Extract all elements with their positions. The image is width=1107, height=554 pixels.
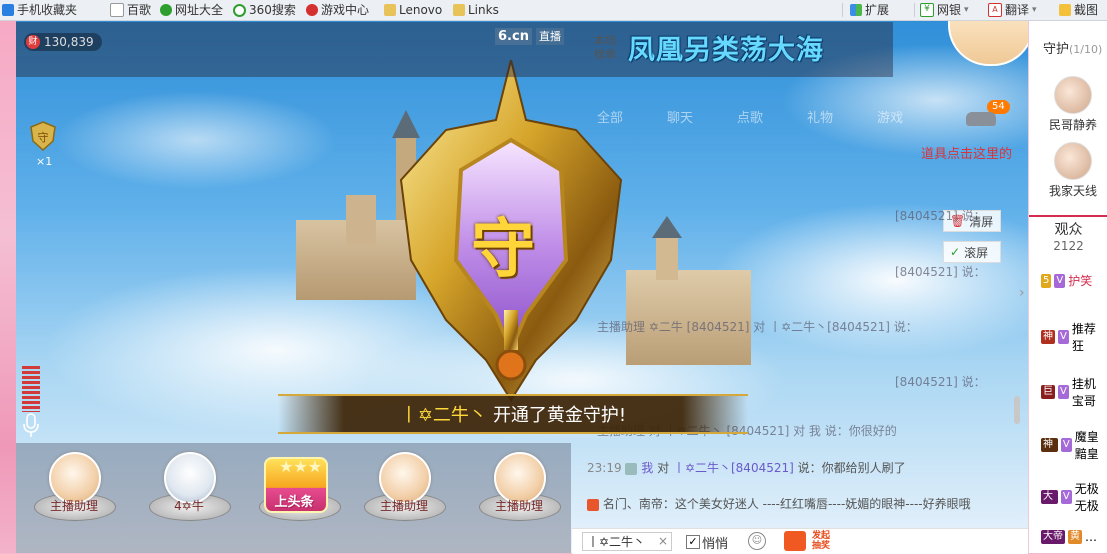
chat-tab-chat[interactable]: 聊天: [667, 107, 693, 126]
bookmark-game-center[interactable]: 游戏中心: [306, 2, 369, 18]
volume-meter: [22, 366, 40, 412]
folder-icon: [453, 4, 465, 16]
chat-line: 主播助理 ✡二牛 [8404521] 对 丨✡二牛丶[8404521] 说：: [597, 320, 918, 334]
bookmark-360search[interactable]: 360搜索: [233, 2, 296, 18]
lottery-label[interactable]: 发起抽奖: [812, 531, 838, 551]
live-tag: 直播: [536, 28, 564, 45]
bookmark-hao[interactable]: 网址大全: [160, 2, 223, 18]
avatar: [1054, 76, 1092, 114]
bookmark-lenovo[interactable]: Lenovo: [384, 2, 442, 18]
headline-seat[interactable]: ★★★ 上头条: [249, 443, 349, 553]
avatar: [1054, 142, 1092, 180]
chat-input-bar: 丨✡二牛丶 × ✓ 悄悄 ☺ 发起抽奖: [572, 528, 1028, 554]
chat-line-latest: 23:19 我 对 丨✡二牛丶[8404521] 说：你都给别人刷了: [587, 461, 906, 475]
seat[interactable]: 4✡牛: [139, 443, 239, 553]
microphone-icon[interactable]: [22, 413, 40, 439]
close-icon[interactable]: ×: [658, 534, 668, 548]
guard-user[interactable]: 我家天线: [1043, 142, 1103, 199]
audience-row[interactable]: 大帝 黄 …: [1041, 530, 1097, 544]
chat-scrollbar[interactable]: [1014, 396, 1020, 424]
chat-line: [8404521] 说：: [895, 209, 986, 223]
folder-icon: [384, 4, 396, 16]
whisper-label: 悄悄: [702, 537, 729, 552]
audience-row[interactable]: 大帝 V 无极 无极: [1041, 480, 1107, 516]
hao-icon: [160, 4, 172, 16]
seat[interactable]: 主播助理: [469, 443, 569, 553]
headline-label: 上头条: [274, 495, 314, 510]
chat-tab-songs[interactable]: 点歌: [737, 107, 763, 126]
seat-label: 4✡牛: [174, 499, 204, 513]
yuan-icon: ¥: [920, 3, 934, 17]
guard-emblem-glyph: 守: [471, 213, 535, 287]
seat-label: 主播助理: [49, 499, 98, 513]
audience-row[interactable]: 巨 V 挂机 宝哥: [1041, 375, 1107, 409]
announcement-line: 名门、南帝：这个美女好迷人 ----红红嘴唇----妩媚的眼神----好养眼哦: [587, 495, 971, 512]
props-hint[interactable]: 道具点击这里的: [921, 143, 1012, 162]
chat-tab-gifts[interactable]: 礼物: [807, 107, 833, 126]
phone-icon: [2, 4, 14, 16]
game-center-icon: [306, 4, 318, 16]
speaker-icon: [587, 498, 599, 511]
svg-text:守: 守: [38, 130, 49, 144]
chat-badge-icon: [625, 462, 638, 475]
divider: [842, 3, 843, 17]
translate-button[interactable]: A 翻译 ▾: [988, 2, 1037, 18]
audience-row[interactable]: 神 V 推荐 狂: [1041, 320, 1107, 354]
castle-tower: [346, 195, 376, 245]
host-level-gauge: [948, 20, 1028, 66]
scroll-screen-button[interactable]: ✓ 滚屏: [943, 241, 1001, 263]
rank-label[interactable]: 本场榜单: [594, 34, 622, 62]
banner-message: 开通了黄金守护!: [492, 405, 627, 426]
search-360-icon: [233, 3, 246, 17]
audience-row[interactable]: 5 V 护笑: [1041, 272, 1092, 289]
banner-user[interactable]: 丨✡二牛丶: [400, 401, 487, 427]
seat-label: 主播助理: [494, 499, 543, 513]
chat-line: [8404521] 说：: [895, 375, 986, 389]
chat-panel: 全部 聊天 点歌 礼物 游戏 道具点击这里的 🗑 清屏 ✓ 滚屏 [840452…: [585, 105, 1025, 525]
lottery-icon[interactable]: [784, 531, 806, 551]
emoji-icon[interactable]: ☺: [748, 532, 766, 550]
bookmark-links[interactable]: Links: [453, 2, 499, 18]
chat-line: [8404521] 说：: [895, 265, 986, 279]
screenshot-button[interactable]: 截图: [1059, 2, 1098, 18]
guard-announcement-banner: 丨✡二牛丶 开通了黄金守护!: [278, 394, 748, 434]
seat[interactable]: 主播助理: [354, 443, 454, 553]
divider: [914, 3, 915, 17]
audience-row[interactable]: 神之 V 魔皇 黯皇: [1041, 428, 1107, 464]
seat-label: 主播助理: [379, 499, 428, 513]
bookmark-mobile[interactable]: 手机收藏夹: [2, 2, 77, 18]
right-sidebar: 守护(1/10) 民哥静养 我家天线 观众 2122 5 V 护笑 神 V 推荐…: [1019, 20, 1107, 553]
room-title: 凤凰另类荡大海: [628, 35, 824, 66]
chat-tabs: 全部 聊天 点歌 礼物 游戏: [597, 107, 903, 126]
chat-tab-all[interactable]: 全部: [597, 107, 623, 126]
netbank-button[interactable]: ¥ 网银 ▾: [920, 2, 969, 18]
bookmark-baige[interactable]: 百歌: [110, 2, 151, 18]
left-decor-strip: [0, 20, 16, 553]
guard-title: 守护(1/10): [1043, 42, 1103, 57]
guard-user[interactable]: 民哥静养: [1043, 76, 1103, 133]
wealth-counter[interactable]: 财 130,839: [24, 33, 102, 51]
check-circle-icon: ✓: [950, 245, 961, 259]
star-icon: ★★★: [279, 457, 323, 476]
extensions-icon: [850, 4, 862, 16]
audience-tab[interactable]: 观众 2122: [1029, 215, 1107, 259]
extensions-button[interactable]: 扩展: [850, 2, 889, 18]
guard-count: ×1: [36, 155, 53, 168]
page-icon: [110, 3, 124, 17]
car-icon[interactable]: [966, 112, 996, 126]
whisper-checkbox[interactable]: ✓: [686, 535, 700, 549]
bookmark-bar: 手机收藏夹 百歌 网址大全 360搜索 游戏中心 Lenovo Links 扩展…: [0, 0, 1107, 21]
collapse-arrow-icon[interactable]: ›: [1019, 285, 1025, 301]
chevron-down-icon: ▾: [1032, 5, 1037, 15]
translate-icon: A: [988, 3, 1002, 17]
site-logo: 6.cn: [495, 28, 532, 45]
chevron-down-icon: ▾: [964, 5, 969, 15]
wealth-icon: 财: [26, 35, 40, 49]
seat-row: 主播助理 4✡牛 ★★★ 上头条 主播助理 主播助理: [16, 443, 571, 553]
seat[interactable]: 主播助理: [24, 443, 124, 553]
chat-tab-games[interactable]: 游戏: [877, 107, 903, 126]
scissors-icon: [1059, 4, 1071, 16]
guard-shield-icon[interactable]: 守: [29, 121, 57, 151]
